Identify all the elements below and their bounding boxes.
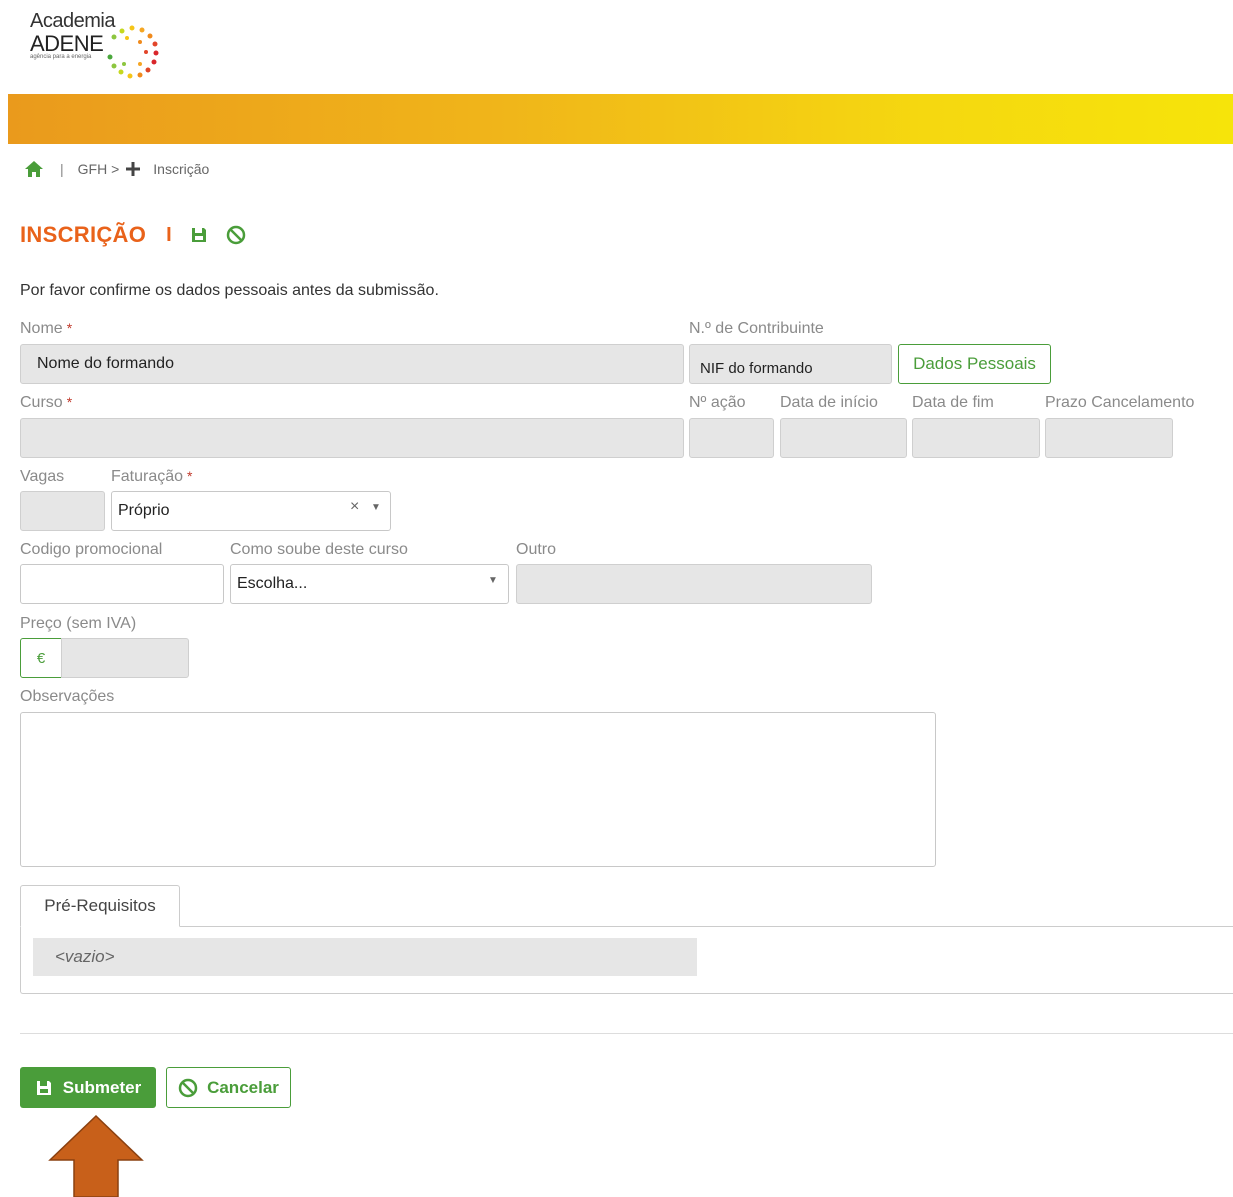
codigo-promocional-label: Codigo promocional <box>20 541 163 558</box>
academia-adene-logo: Academia ADENE agência para a energia <box>30 10 170 90</box>
chevron-down-icon[interactable]: ▼ <box>488 575 498 586</box>
curso-label: Curso * <box>20 394 72 412</box>
curso-label-text: Curso <box>20 394 63 411</box>
euro-addon: € <box>20 638 62 678</box>
header-banner <box>8 94 1233 144</box>
nif-label: N.º de Contribuinte <box>689 320 824 337</box>
outro-label: Outro <box>516 541 557 558</box>
chevron-down-icon[interactable]: ▼ <box>371 502 381 513</box>
prazo-cancelamento-label: Prazo Cancelamento <box>1045 394 1195 411</box>
logo-sun-icon <box>107 25 159 79</box>
nome-label: Nome * <box>20 320 72 338</box>
curso-field[interactable] <box>20 418 684 458</box>
preco-label: Preço (sem IVA) <box>20 615 137 632</box>
page-title: INSCRIÇÃO <box>20 222 147 247</box>
cancel-icon <box>178 1078 198 1097</box>
logo-tagline: agência para a energia <box>30 54 92 60</box>
codigo-promocional-input[interactable] <box>20 564 224 604</box>
title-separator: I <box>166 223 172 246</box>
plus-icon <box>125 161 141 177</box>
como-soube-select[interactable]: Escolha... <box>230 564 509 604</box>
breadcrumb-gfh[interactable]: GFH > <box>78 161 120 177</box>
faturacao-selected-value: Próprio <box>118 502 170 519</box>
submit-button[interactable]: Submeter <box>20 1067 156 1108</box>
outro-field[interactable] <box>516 564 872 604</box>
observacoes-textarea[interactable] <box>20 712 936 867</box>
home-icon[interactable] <box>24 160 44 178</box>
nome-field[interactable]: Nome do formando <box>20 344 684 384</box>
save-icon <box>36 1080 51 1095</box>
data-inicio-label: Data de início <box>780 394 878 411</box>
cancel-button[interactable]: Cancelar <box>166 1067 291 1108</box>
intro-text: Por favor confirme os dados pessoais ant… <box>20 282 439 299</box>
pre-requisitos-empty: <vazio> <box>33 938 697 976</box>
arrow-up-icon <box>48 1114 144 1197</box>
faturacao-label-text: Faturação <box>111 468 184 485</box>
required-mark: * <box>66 394 73 410</box>
data-fim-field[interactable] <box>912 418 1040 458</box>
n-acao-field[interactable] <box>689 418 774 458</box>
observacoes-label: Observações <box>20 688 115 705</box>
data-fim-label: Data de fim <box>912 394 994 411</box>
breadcrumb: | GFH > Inscrição <box>24 158 209 180</box>
clear-icon[interactable]: × <box>350 498 359 516</box>
breadcrumb-separator: | <box>60 161 64 177</box>
nome-label-text: Nome <box>20 320 63 337</box>
data-inicio-field[interactable] <box>780 418 907 458</box>
dados-pessoais-button[interactable]: Dados Pessoais <box>898 344 1051 384</box>
breadcrumb-inscricao: Inscrição <box>153 161 210 177</box>
page-header: INSCRIÇÃO I <box>20 222 264 248</box>
vagas-label: Vagas <box>20 468 65 485</box>
cancel-label: Cancelar <box>207 1077 279 1097</box>
n-acao-label: Nº ação <box>689 394 746 411</box>
nif-field[interactable]: NIF do formando <box>689 344 892 384</box>
tab-pre-requisitos[interactable]: Pré-Requisitos <box>20 885 180 927</box>
required-mark: * <box>187 468 193 484</box>
required-mark: * <box>66 320 73 336</box>
cancel-icon[interactable] <box>226 225 246 245</box>
prazo-cancelamento-field[interactable] <box>1045 418 1173 458</box>
faturacao-label: Faturação * <box>111 468 193 486</box>
vagas-field[interactable] <box>20 491 105 531</box>
save-icon[interactable] <box>190 226 208 244</box>
divider <box>20 1033 1233 1034</box>
faturacao-select[interactable]: Próprio <box>111 491 391 531</box>
como-soube-selected-value: Escolha... <box>237 575 308 592</box>
como-soube-label: Como soube deste curso <box>230 541 408 558</box>
submit-label: Submeter <box>62 1077 142 1097</box>
preco-field[interactable] <box>61 638 189 678</box>
